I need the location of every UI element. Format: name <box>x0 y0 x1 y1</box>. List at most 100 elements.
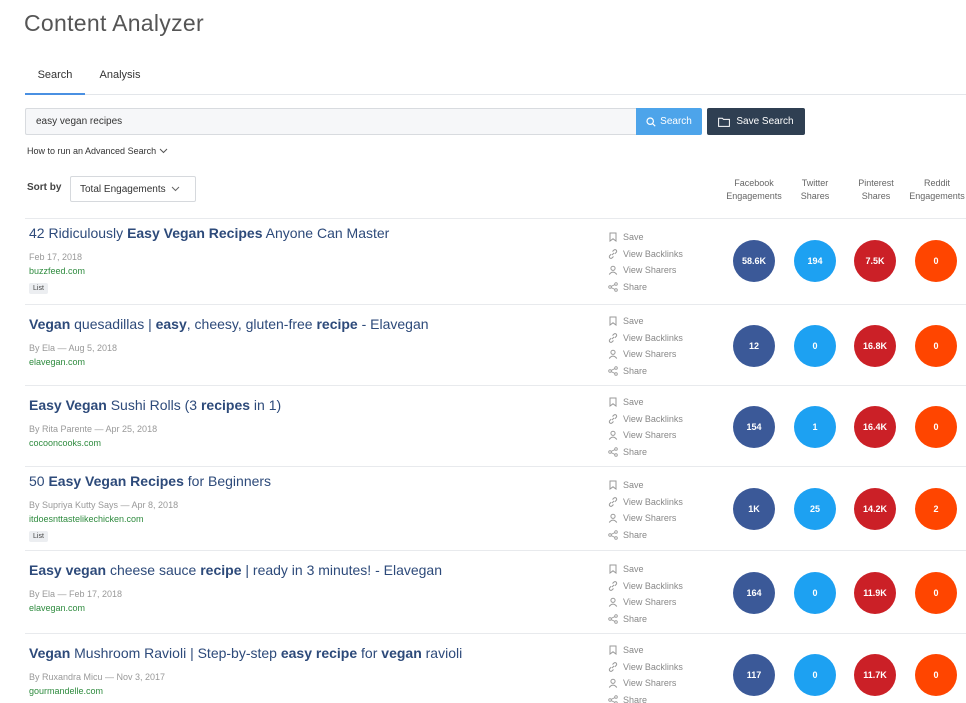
facebook-engagements-count[interactable]: 12 <box>733 325 775 367</box>
search-input[interactable] <box>25 108 637 135</box>
twitter-shares-count[interactable]: 194 <box>794 240 836 282</box>
result-title-link[interactable]: Vegan Mushroom Ravioli | Step-by-step ea… <box>29 645 462 661</box>
result-title-link[interactable]: Easy Vegan Sushi Rolls (3 recipes in 1) <box>29 397 281 413</box>
pinterest-shares-count[interactable]: 11.9K <box>854 572 896 614</box>
result-domain[interactable]: buzzfeed.com <box>29 266 85 276</box>
save-action-label: Save <box>623 232 644 243</box>
save-action[interactable]: Save <box>608 313 683 330</box>
view-backlinks-action[interactable]: View Backlinks <box>608 411 683 428</box>
share-action-label: Share <box>623 613 648 624</box>
twitter-shares-count[interactable]: 1 <box>794 406 836 448</box>
search-icon <box>646 116 656 127</box>
save-action-label: Save <box>623 397 644 408</box>
twitter-shares-count[interactable]: 25 <box>794 488 836 530</box>
result-title-link[interactable]: Vegan quesadillas | easy, cheesy, gluten… <box>29 316 429 332</box>
share-action[interactable]: Share <box>608 363 683 380</box>
reddit-engagements-count[interactable]: 2 <box>915 488 957 530</box>
title-fragment: | ready in 3 minutes! - Elavegan <box>241 562 443 578</box>
facebook-engagements-count[interactable]: 117 <box>733 654 775 696</box>
result-title-link[interactable]: 50 Easy Vegan Recipes for Beginners <box>29 473 271 489</box>
sort-dropdown[interactable]: Total Engagements <box>70 176 196 202</box>
title-fragment: Vegan <box>29 645 71 661</box>
title-fragment: for <box>357 645 382 661</box>
view-sharers-action-label: View Sharers <box>623 513 677 524</box>
reddit-engagements-count[interactable]: 0 <box>915 240 957 282</box>
view-sharers-action[interactable]: View Sharers <box>608 427 683 444</box>
share-action[interactable]: Share <box>608 692 683 703</box>
result-row: 50 Easy Vegan Recipes for Beginners By Su… <box>25 466 966 550</box>
share-action[interactable]: Share <box>608 444 683 461</box>
search-button[interactable]: Search <box>636 108 702 135</box>
view-backlinks-action[interactable]: View Backlinks <box>608 578 683 595</box>
user-icon <box>608 430 618 441</box>
result-domain[interactable]: cocooncooks.com <box>29 438 101 448</box>
view-backlinks-action[interactable]: View Backlinks <box>608 246 683 263</box>
view-sharers-action-label: View Sharers <box>623 349 677 360</box>
user-icon <box>608 349 618 360</box>
facebook-engagements-count[interactable]: 164 <box>733 572 775 614</box>
share-action[interactable]: Share <box>608 527 683 544</box>
title-fragment: recipes <box>200 397 251 413</box>
reddit-engagements-count[interactable]: 0 <box>915 654 957 696</box>
title-fragment: easy recipe <box>280 645 358 661</box>
bookmark-icon <box>609 232 617 243</box>
twitter-shares-count[interactable]: 0 <box>794 325 836 367</box>
view-sharers-action[interactable]: View Sharers <box>608 675 683 692</box>
twitter-shares-count[interactable]: 0 <box>794 572 836 614</box>
pinterest-shares-count[interactable]: 11.7K <box>854 654 896 696</box>
user-icon <box>608 678 618 689</box>
title-fragment: recipe <box>316 316 358 332</box>
result-actions: Save View Backlinks View Sharers Share <box>608 394 683 460</box>
save-action-label: Save <box>623 480 644 491</box>
result-domain[interactable]: elavegan.com <box>29 603 85 613</box>
content-type-badge: List <box>29 531 48 542</box>
save-action[interactable]: Save <box>608 561 683 578</box>
save-action[interactable]: Save <box>608 394 683 411</box>
save-search-label: Save Search <box>736 116 794 127</box>
save-action[interactable]: Save <box>608 642 683 659</box>
save-action[interactable]: Save <box>608 229 683 246</box>
chevron-down-icon <box>171 186 179 192</box>
pinterest-shares-count[interactable]: 16.4K <box>854 406 896 448</box>
view-sharers-action[interactable]: View Sharers <box>608 594 683 611</box>
pinterest-shares-count[interactable]: 16.8K <box>854 325 896 367</box>
view-sharers-action[interactable]: View Sharers <box>608 510 683 527</box>
title-fragment: in 1) <box>250 397 282 413</box>
result-domain[interactable]: elavegan.com <box>29 357 85 367</box>
facebook-engagements-count[interactable]: 154 <box>733 406 775 448</box>
user-icon <box>608 513 618 524</box>
pinterest-shares-count[interactable]: 7.5K <box>854 240 896 282</box>
view-sharers-action[interactable]: View Sharers <box>608 262 683 279</box>
title-fragment: vegan <box>381 645 422 661</box>
facebook-engagements-count[interactable]: 58.6K <box>733 240 775 282</box>
view-backlinks-action[interactable]: View Backlinks <box>608 330 683 347</box>
share-action[interactable]: Share <box>608 611 683 628</box>
save-search-button[interactable]: Save Search <box>707 108 805 135</box>
view-sharers-action-label: View Sharers <box>623 678 677 689</box>
result-domain[interactable]: gourmandelle.com <box>29 686 103 696</box>
result-title-link[interactable]: Easy vegan cheese sauce recipe | ready i… <box>29 562 442 578</box>
tab-analysis[interactable]: Analysis <box>97 69 143 95</box>
facebook-engagements-count[interactable]: 1K <box>733 488 775 530</box>
user-icon <box>608 265 618 276</box>
advanced-search-link[interactable]: How to run an Advanced Search <box>27 146 168 156</box>
result-actions: Save View Backlinks View Sharers Share <box>608 313 683 379</box>
result-actions: Save View Backlinks View Sharers Share <box>608 642 683 703</box>
reddit-engagements-count[interactable]: 0 <box>915 406 957 448</box>
pinterest-shares-count[interactable]: 14.2K <box>854 488 896 530</box>
result-title-link[interactable]: 42 Ridiculously Easy Vegan Recipes Anyon… <box>29 225 389 241</box>
reddit-engagements-count[interactable]: 0 <box>915 572 957 614</box>
title-fragment: 50 <box>29 473 49 489</box>
link-icon <box>608 248 618 259</box>
tab-search[interactable]: Search <box>25 69 85 95</box>
view-backlinks-action[interactable]: View Backlinks <box>608 659 683 676</box>
title-fragment: - Elavegan <box>357 316 429 332</box>
save-action[interactable]: Save <box>608 477 683 494</box>
result-domain[interactable]: itdoesnttastelikechicken.com <box>29 514 144 524</box>
view-sharers-action[interactable]: View Sharers <box>608 346 683 363</box>
twitter-shares-count[interactable]: 0 <box>794 654 836 696</box>
share-action[interactable]: Share <box>608 279 683 296</box>
reddit-engagements-count[interactable]: 0 <box>915 325 957 367</box>
view-backlinks-action[interactable]: View Backlinks <box>608 494 683 511</box>
bookmark-icon <box>609 564 617 575</box>
